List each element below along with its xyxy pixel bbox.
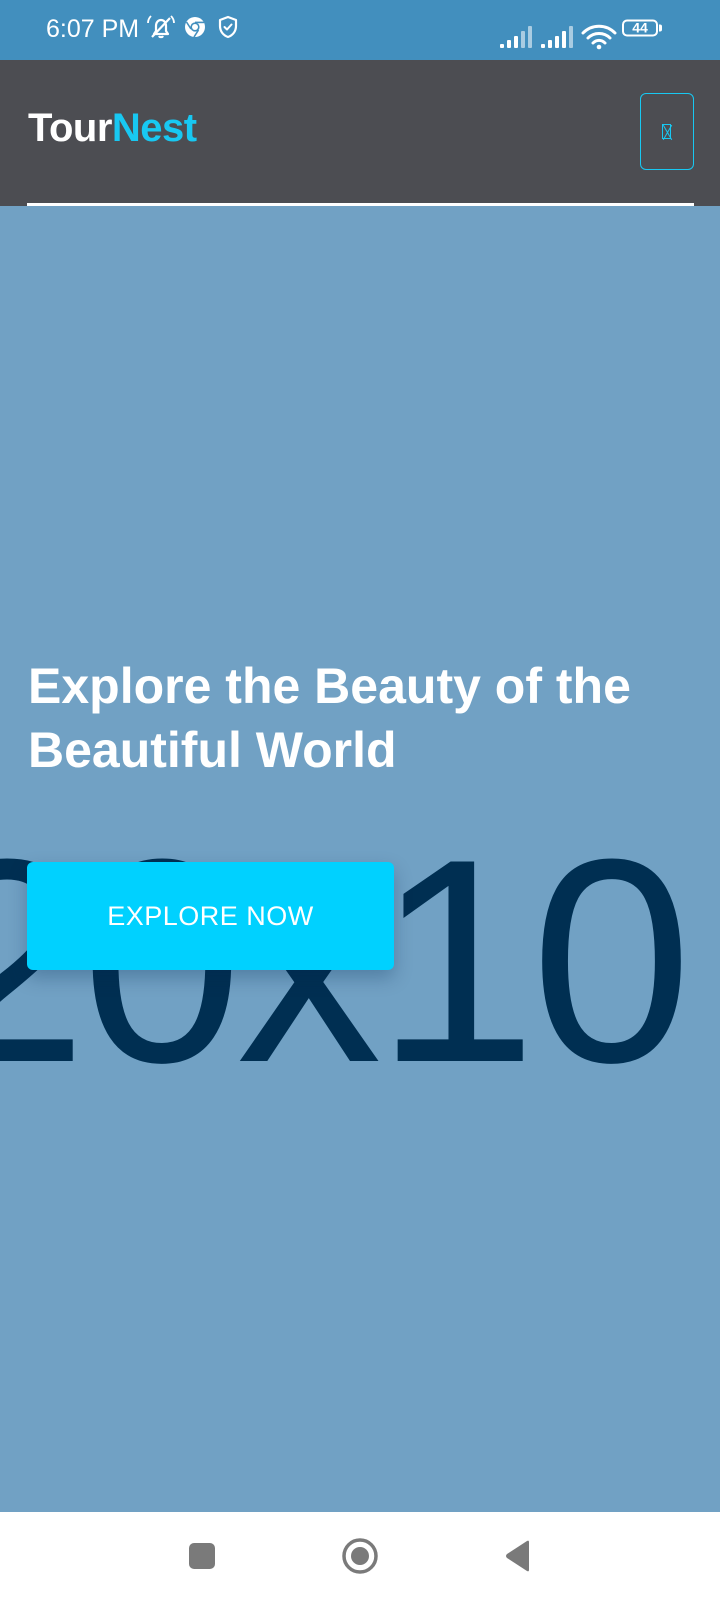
shield-icon [218,15,238,39]
signal-icon [541,26,573,48]
status-time: 6:07 PM [46,15,140,43]
brand-name-part2: Nest [111,106,197,150]
signal-icon [500,26,532,48]
home-button[interactable] [315,1512,405,1600]
menu-toggle-icon [662,123,671,139]
recent-apps-icon [189,1543,215,1569]
hero-title: Explore the Beauty of the Beautiful Worl… [28,658,631,778]
wifi-icon [581,24,617,50]
explore-now-button[interactable]: EXPLORE NOW [27,862,394,970]
battery-level: 44 [632,19,648,36]
back-icon [506,1540,529,1572]
hero-section: 20x10 Explore the Beauty of the Beautifu… [0,206,720,1512]
menu-toggle-button[interactable] [640,93,694,170]
brand-name-part1: Tour [28,106,112,150]
back-button[interactable] [473,1512,563,1600]
app-header: TourNest [0,60,720,206]
chrome-icon [185,17,205,38]
brand-logo[interactable]: TourNest [28,104,197,152]
recent-apps-button[interactable] [157,1512,247,1600]
system-nav-bar [0,1512,720,1600]
home-icon [342,1538,378,1574]
muted-alarm-icon [147,15,175,39]
status-bar: 6:07 PM 44 [0,0,720,60]
battery-icon: 44 [622,19,664,39]
